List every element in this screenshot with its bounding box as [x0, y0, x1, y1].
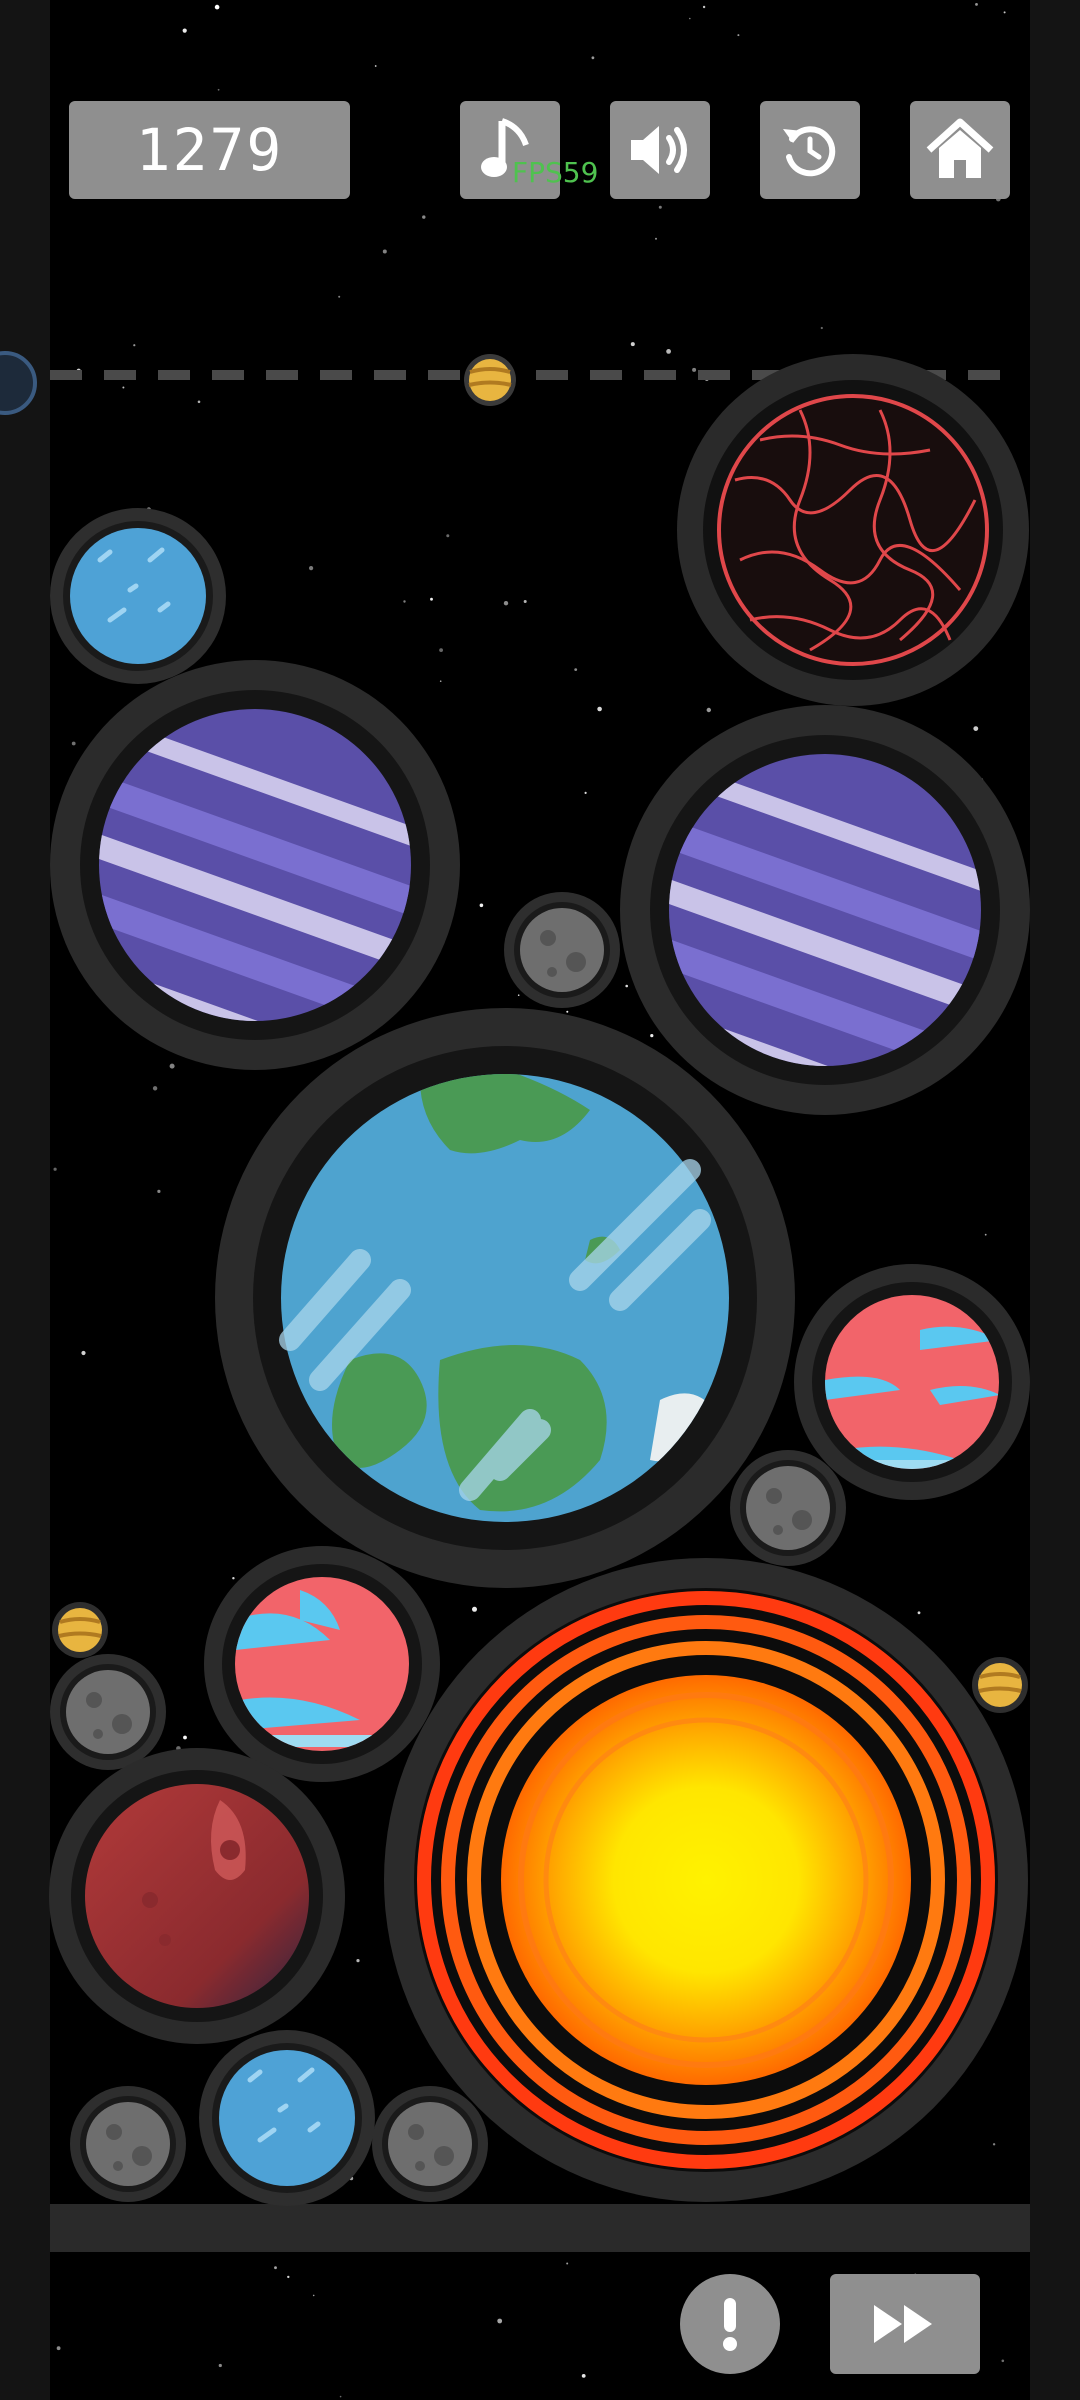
- star: [523, 600, 527, 603]
- next-planet-preview: [464, 354, 516, 406]
- star: [650, 1034, 654, 1038]
- star: [472, 1606, 477, 1612]
- sleep-indicator-icon: [0, 351, 37, 415]
- star: [403, 600, 406, 603]
- star: [820, 326, 823, 330]
- star: [439, 680, 442, 682]
- star: [157, 1189, 161, 1193]
- fps-counter: FPS59: [512, 156, 599, 189]
- fast-forward-button[interactable]: [830, 2274, 980, 2374]
- star: [630, 342, 635, 347]
- star: [446, 534, 450, 538]
- star: [984, 1233, 987, 1236]
- planet-jupiter-small: [52, 1602, 108, 1658]
- star: [584, 791, 587, 795]
- planet-earth: [215, 1008, 795, 1588]
- planet-pink: [204, 1546, 440, 1782]
- planet-pink: [794, 1264, 1030, 1500]
- home-icon: [926, 118, 994, 178]
- star: [689, 17, 691, 20]
- ground-bar: [50, 2204, 1030, 2252]
- star: [53, 1167, 57, 1171]
- speaker-icon: [631, 126, 687, 174]
- star: [497, 2318, 503, 2324]
- home-button[interactable]: [910, 101, 1010, 199]
- star: [274, 2266, 277, 2270]
- star: [232, 1577, 235, 1580]
- planet-moon: [730, 1450, 846, 1566]
- star: [312, 2294, 315, 2297]
- star: [1003, 11, 1006, 14]
- star: [218, 2363, 222, 2368]
- star: [706, 707, 711, 713]
- score-display: 1279: [69, 101, 350, 199]
- star: [309, 566, 314, 571]
- planet-sun: [384, 1558, 1028, 2202]
- star: [973, 726, 979, 731]
- star: [566, 2262, 569, 2265]
- star: [439, 648, 443, 652]
- star: [517, 994, 520, 996]
- star: [197, 400, 201, 404]
- star: [975, 3, 978, 6]
- planet-ice-small: [199, 2030, 375, 2206]
- alert-button[interactable]: [680, 2274, 780, 2374]
- game-board[interactable]: [0, 0, 1080, 2400]
- star: [1001, 2359, 1005, 2363]
- star: [169, 1063, 175, 1069]
- planet-moon: [70, 2086, 186, 2202]
- planet-moon: [372, 2086, 488, 2202]
- star: [430, 597, 433, 601]
- star: [71, 741, 76, 746]
- star: [566, 1010, 569, 1013]
- exclamation-icon: [723, 2298, 737, 2351]
- star: [422, 215, 426, 219]
- star: [382, 249, 387, 254]
- sound-button[interactable]: [610, 101, 710, 199]
- star: [625, 984, 628, 988]
- restart-icon: [783, 126, 836, 177]
- star: [992, 2143, 996, 2146]
- star: [133, 344, 136, 347]
- star: [338, 295, 341, 298]
- star: [152, 1086, 158, 1091]
- star: [591, 56, 595, 60]
- star: [182, 28, 187, 33]
- star: [214, 4, 220, 10]
- star: [917, 1611, 921, 1615]
- star: [339, 2395, 342, 2398]
- star: [217, 88, 220, 91]
- planet-jupiter-small: [972, 1657, 1028, 1713]
- star: [81, 1350, 86, 1356]
- planet-moon: [50, 1654, 166, 1770]
- star: [183, 1735, 187, 1740]
- star: [574, 668, 578, 671]
- star: [56, 2346, 61, 2351]
- star: [479, 903, 484, 908]
- star: [581, 2374, 586, 2378]
- fast-forward-icon: [874, 2305, 932, 2343]
- restart-button[interactable]: [760, 101, 860, 199]
- planet-mars: [49, 1748, 345, 2044]
- planet-moon: [504, 892, 620, 1008]
- star: [503, 601, 509, 606]
- planet-lava: [677, 354, 1029, 706]
- star: [122, 386, 125, 389]
- star: [737, 34, 740, 37]
- star: [655, 237, 657, 240]
- star: [702, 5, 706, 9]
- star: [666, 349, 671, 354]
- star: [658, 205, 662, 209]
- planet-ice-small: [50, 508, 226, 684]
- star: [692, 367, 697, 372]
- star: [287, 2275, 290, 2279]
- star: [356, 1959, 360, 1963]
- star: [374, 65, 377, 67]
- star: [597, 706, 602, 712]
